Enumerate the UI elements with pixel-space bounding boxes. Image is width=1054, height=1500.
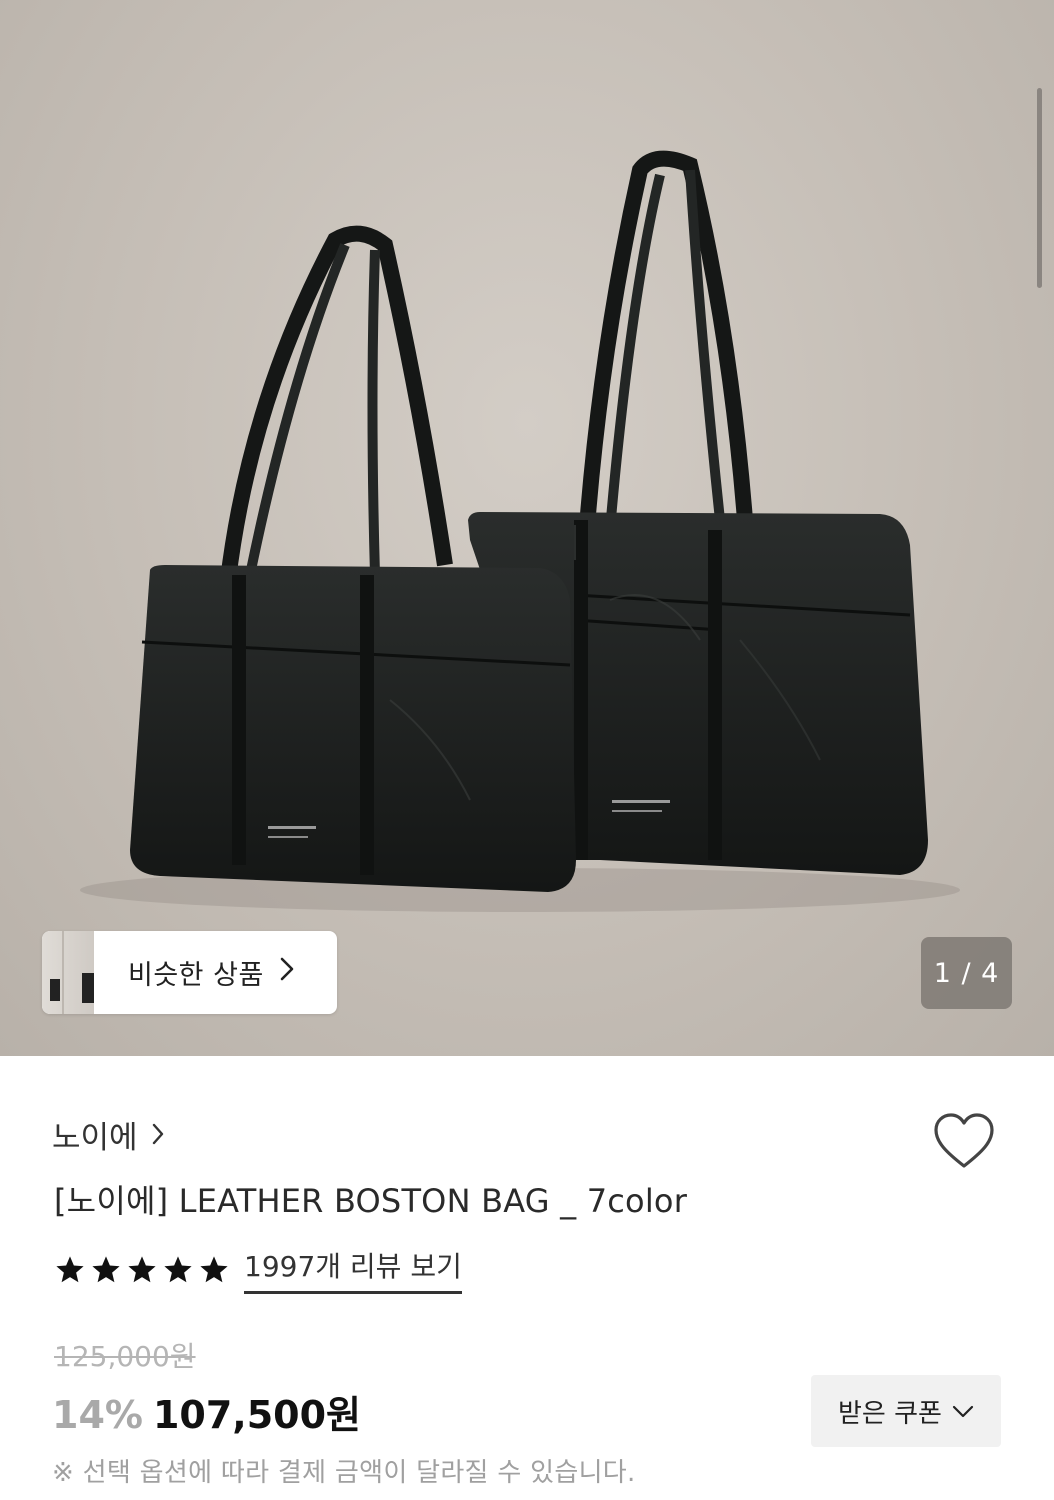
chevron-right-icon: [152, 1117, 164, 1153]
coupon-label: 받은 쿠폰: [838, 1398, 942, 1429]
chevron-down-icon: [952, 1396, 974, 1426]
brand-name: 노이에: [52, 1120, 138, 1156]
image-counter: 1 / 4: [921, 937, 1012, 1009]
price-notice: ※ 선택 옵션에 따라 결제 금액이 달라질 수 있습니다.: [52, 1458, 636, 1488]
price-row: 14% 107,500원: [52, 1384, 361, 1439]
star-icon: [200, 1255, 228, 1282]
product-image-gallery[interactable]: 비슷한 상품 1 / 4: [0, 0, 1054, 1056]
reviews-link[interactable]: 1997개 리뷰 보기: [244, 1245, 462, 1294]
similar-products-label: 비슷한 상품: [128, 960, 264, 991]
heart-icon[interactable]: [932, 1112, 996, 1170]
similar-products-thumbnail: [42, 931, 94, 1014]
star-icon: [56, 1255, 84, 1282]
scrollbar[interactable]: [1037, 88, 1042, 288]
star-icon: [92, 1255, 120, 1282]
original-price: 125,000원: [54, 1340, 196, 1373]
received-coupon-button[interactable]: 받은 쿠폰: [811, 1375, 1001, 1447]
brand-link[interactable]: 노이에: [52, 1112, 164, 1157]
product-title: [노이에] LEATHER BOSTON BAG _ 7color: [54, 1182, 688, 1220]
chevron-right-icon: [280, 957, 294, 988]
sale-price: 107,500원: [152, 1393, 362, 1437]
rating-row: 1997개 리뷰 보기: [54, 1245, 462, 1294]
similar-products-button[interactable]: 비슷한 상품: [42, 931, 337, 1014]
star-icon: [164, 1255, 192, 1282]
discount-rate: 14%: [52, 1393, 143, 1437]
star-rating: [54, 1254, 230, 1286]
product-photo: [80, 150, 960, 912]
star-icon: [128, 1255, 156, 1282]
